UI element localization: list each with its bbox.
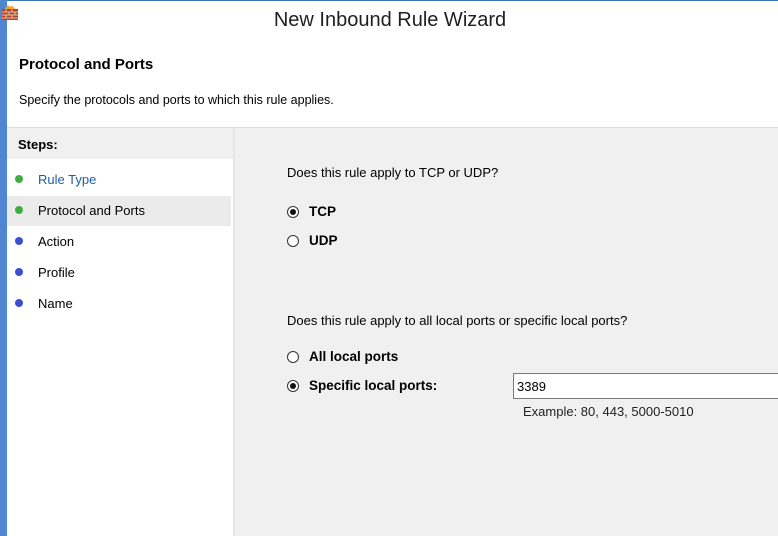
radio-specific-local-ports[interactable]: Specific local ports: bbox=[287, 378, 497, 400]
radio-tcp[interactable]: TCP bbox=[287, 204, 407, 226]
step-pending-dot-icon bbox=[15, 268, 23, 276]
step-label[interactable]: Rule Type bbox=[38, 172, 96, 187]
step-rule-type[interactable]: Rule Type bbox=[7, 165, 231, 195]
radio-unselected-icon[interactable] bbox=[287, 351, 299, 363]
step-name: Name bbox=[7, 289, 231, 319]
step-current-dot-icon bbox=[15, 206, 23, 214]
radio-all-local-ports[interactable]: All local ports bbox=[287, 349, 487, 371]
step-protocol-and-ports: Protocol and Ports bbox=[7, 196, 231, 226]
wizard-header bbox=[7, 41, 778, 127]
radio-udp-label[interactable]: UDP bbox=[309, 233, 338, 248]
window-title: New Inbound Rule Wizard bbox=[273, 9, 507, 31]
page-subtitle: Specify the protocols and ports to which… bbox=[19, 93, 334, 107]
main-content-pane bbox=[235, 128, 778, 536]
radio-unselected-icon[interactable] bbox=[287, 235, 299, 247]
radio-selected-icon[interactable] bbox=[287, 206, 299, 218]
step-label: Protocol and Ports bbox=[38, 203, 145, 218]
step-label: Name bbox=[38, 296, 73, 311]
step-label: Action bbox=[38, 234, 75, 249]
radio-all-local-ports-label[interactable]: All local ports bbox=[309, 349, 398, 364]
steps-heading: Steps: bbox=[18, 137, 58, 152]
step-pending-dot-icon bbox=[15, 237, 23, 245]
radio-tcp-label[interactable]: TCP bbox=[309, 204, 336, 219]
ports-example-hint: Example: 80, 443, 5000-5010 bbox=[523, 404, 694, 419]
protocol-question: Does this rule apply to TCP or UDP? bbox=[287, 165, 499, 180]
radio-selected-icon[interactable] bbox=[287, 380, 299, 392]
step-done-dot-icon bbox=[15, 175, 23, 183]
step-action: Action bbox=[7, 227, 231, 257]
page-title: Protocol and Ports bbox=[19, 56, 154, 73]
window-frame-left bbox=[0, 0, 7, 536]
radio-specific-local-ports-label[interactable]: Specific local ports: bbox=[309, 378, 437, 393]
step-pending-dot-icon bbox=[15, 299, 23, 307]
ports-question: Does this rule apply to all local ports … bbox=[287, 313, 628, 328]
step-label: Profile bbox=[38, 265, 75, 280]
step-profile: Profile bbox=[7, 258, 231, 288]
local-ports-input[interactable] bbox=[513, 373, 778, 399]
radio-udp[interactable]: UDP bbox=[287, 233, 407, 255]
